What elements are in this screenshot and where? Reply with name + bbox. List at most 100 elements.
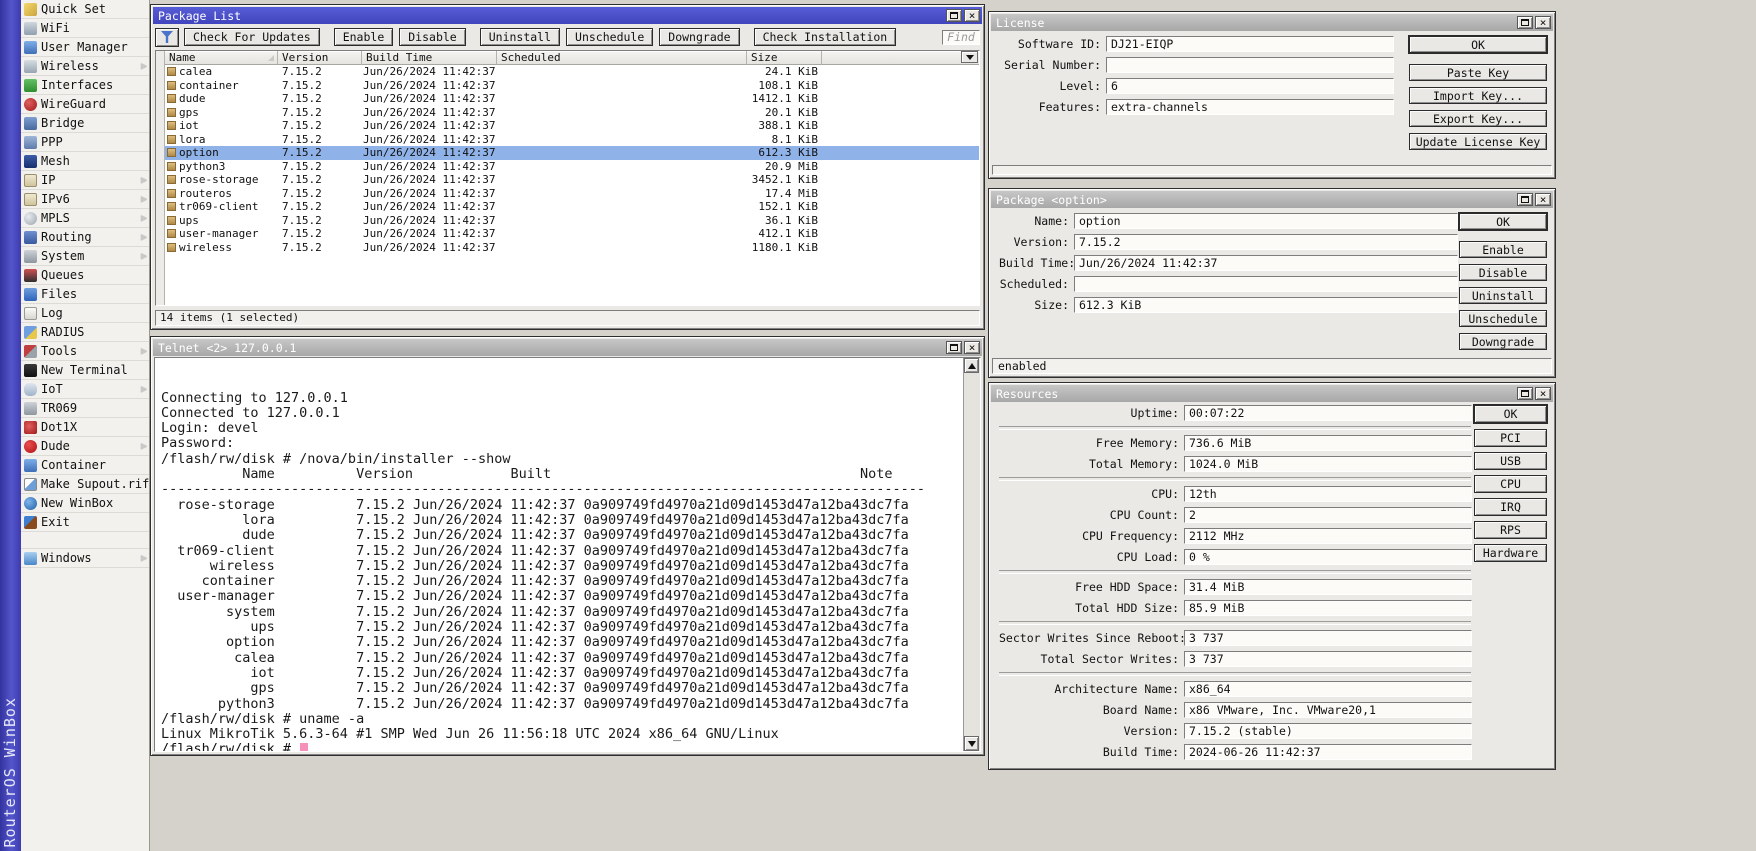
sidebar-item-ipv6[interactable]: IPv6▶: [21, 190, 149, 209]
sidebar-item-container[interactable]: Container: [21, 456, 149, 475]
enable-button[interactable]: Enable: [334, 28, 394, 46]
field-value[interactable]: [1074, 276, 1458, 292]
field-value[interactable]: 3 737: [1184, 651, 1472, 667]
disable-button[interactable]: Disable: [399, 28, 465, 46]
field-value[interactable]: 85.9 MiB: [1184, 600, 1472, 616]
table-row[interactable]: rose-storage7.15.2Jun/26/2024 11:42:3734…: [165, 173, 979, 187]
uninstall-button[interactable]: Uninstall: [480, 28, 560, 46]
sidebar-item-mesh[interactable]: Mesh: [21, 152, 149, 171]
telnet-titlebar[interactable]: Telnet <2> 127.0.0.1 ×: [153, 339, 982, 356]
sidebar-item-wifi[interactable]: WiFi: [21, 19, 149, 38]
rps-button[interactable]: RPS: [1474, 521, 1547, 539]
sidebar-item-quick-set[interactable]: Quick Set: [21, 0, 149, 19]
close-button[interactable]: ×: [964, 341, 980, 354]
maximize-button[interactable]: [1517, 16, 1533, 29]
field-value[interactable]: extra-channels: [1106, 99, 1394, 115]
field-value[interactable]: 612.3 KiB: [1074, 297, 1458, 313]
filter-button[interactable]: [155, 28, 179, 47]
unschedule-button[interactable]: Unschedule: [566, 28, 653, 46]
export-key-button[interactable]: Export Key...: [1409, 110, 1547, 127]
column-header-size[interactable]: Size: [747, 51, 822, 65]
close-button[interactable]: ×: [1535, 16, 1551, 29]
field-value[interactable]: 0 %: [1184, 549, 1472, 565]
field-value[interactable]: 3 737: [1184, 630, 1472, 646]
check-installation-button[interactable]: Check Installation: [754, 28, 897, 46]
sidebar-item-queues[interactable]: Queues: [21, 266, 149, 285]
sidebar-item-dude[interactable]: Dude▶: [21, 437, 149, 456]
uninstall-button[interactable]: Uninstall: [1459, 287, 1547, 304]
paste-key-button[interactable]: Paste Key: [1409, 64, 1547, 81]
sidebar-item-dot1x[interactable]: Dot1X: [21, 418, 149, 437]
sidebar-item-radius[interactable]: RADIUS: [21, 323, 149, 342]
hardware-button[interactable]: Hardware: [1474, 544, 1547, 562]
sidebar-item-tr069[interactable]: TR069: [21, 399, 149, 418]
column-header-scheduled[interactable]: Scheduled: [497, 51, 747, 65]
column-header-name[interactable]: Name: [165, 51, 278, 65]
table-row[interactable]: wireless7.15.2Jun/26/2024 11:42:371180.1…: [165, 241, 979, 255]
irq-button[interactable]: IRQ: [1474, 498, 1547, 516]
sidebar-item-files[interactable]: Files: [21, 285, 149, 304]
ok-button[interactable]: OK: [1459, 213, 1547, 230]
table-row[interactable]: calea7.15.2Jun/26/2024 11:42:3724.1 KiB: [165, 65, 979, 79]
sidebar-item-windows[interactable]: Windows▶: [21, 549, 149, 568]
field-value[interactable]: 7.15.2: [1074, 234, 1458, 250]
field-value[interactable]: [1106, 57, 1394, 73]
field-value[interactable]: 1024.0 MiB: [1184, 456, 1472, 472]
find-input[interactable]: Find: [942, 30, 980, 45]
import-key-button[interactable]: Import Key...: [1409, 87, 1547, 104]
scroll-up-button[interactable]: [964, 358, 979, 373]
downgrade-button[interactable]: Downgrade: [659, 28, 739, 46]
table-row[interactable]: dude7.15.2Jun/26/2024 11:42:371412.1 KiB: [165, 92, 979, 106]
field-value[interactable]: 736.6 MiB: [1184, 435, 1472, 451]
ok-button[interactable]: OK: [1409, 36, 1547, 53]
sidebar-item-user-manager[interactable]: User Manager: [21, 38, 149, 57]
table-row[interactable]: iot7.15.2Jun/26/2024 11:42:37388.1 KiB: [165, 119, 979, 133]
maximize-button[interactable]: [1517, 387, 1533, 400]
usb-button[interactable]: USB: [1474, 452, 1547, 470]
sidebar-item-ppp[interactable]: PPP: [21, 133, 149, 152]
table-row[interactable]: routeros7.15.2Jun/26/2024 11:42:3717.4 M…: [165, 187, 979, 201]
pci-button[interactable]: PCI: [1474, 429, 1547, 447]
sidebar-item-system[interactable]: System▶: [21, 247, 149, 266]
table-row[interactable]: python37.15.2Jun/26/2024 11:42:3720.9 Mi…: [165, 160, 979, 174]
sidebar-item-log[interactable]: Log: [21, 304, 149, 323]
close-button[interactable]: ×: [964, 9, 980, 22]
sidebar-item-bridge[interactable]: Bridge: [21, 114, 149, 133]
field-value[interactable]: 00:07:22: [1184, 405, 1472, 421]
package-list-titlebar[interactable]: Package List ×: [153, 7, 982, 24]
field-value[interactable]: x86_64: [1184, 681, 1472, 697]
column-select-button[interactable]: [961, 51, 978, 63]
field-value[interactable]: 31.4 MiB: [1184, 579, 1472, 595]
update-license-key-button[interactable]: Update License Key: [1409, 133, 1547, 150]
sidebar-item-exit[interactable]: Exit: [21, 513, 149, 532]
resources-titlebar[interactable]: Resources ×: [991, 385, 1553, 402]
sidebar-item-routing[interactable]: Routing▶: [21, 228, 149, 247]
check-for-updates-button[interactable]: Check For Updates: [184, 28, 320, 46]
terminal[interactable]: Connecting to 127.0.0.1 Connected to 127…: [154, 357, 981, 752]
maximize-button[interactable]: [946, 341, 962, 354]
table-row[interactable]: option7.15.2Jun/26/2024 11:42:37612.3 Ki…: [165, 146, 979, 160]
field-value[interactable]: 7.15.2 (stable): [1184, 723, 1472, 739]
field-value[interactable]: 6: [1106, 78, 1394, 94]
field-value[interactable]: x86 VMware, Inc. VMware20,1: [1184, 702, 1472, 718]
sidebar-item-make-supout-rif[interactable]: Make Supout.rif: [21, 475, 149, 494]
ok-button[interactable]: OK: [1474, 405, 1547, 423]
table-row[interactable]: ups7.15.2Jun/26/2024 11:42:3736.1 KiB: [165, 214, 979, 228]
sidebar-item-ip[interactable]: IP▶: [21, 171, 149, 190]
terminal-scrollbar[interactable]: [963, 358, 980, 751]
downgrade-button[interactable]: Downgrade: [1459, 333, 1547, 350]
table-row[interactable]: gps7.15.2Jun/26/2024 11:42:3720.1 KiB: [165, 106, 979, 120]
table-row[interactable]: tr069-client7.15.2Jun/26/2024 11:42:3715…: [165, 200, 979, 214]
sidebar-item-mpls[interactable]: MPLS▶: [21, 209, 149, 228]
field-value[interactable]: 2: [1184, 507, 1472, 523]
package-option-titlebar[interactable]: Package <option> ×: [991, 191, 1553, 208]
table-row[interactable]: container7.15.2Jun/26/2024 11:42:37108.1…: [165, 79, 979, 93]
sidebar-item-iot[interactable]: IoT▶: [21, 380, 149, 399]
sidebar-item-interfaces[interactable]: Interfaces: [21, 76, 149, 95]
sidebar-item-wireless[interactable]: Wireless▶: [21, 57, 149, 76]
column-header-build-time[interactable]: Build Time: [362, 51, 497, 65]
column-header-version[interactable]: Version: [278, 51, 362, 65]
license-titlebar[interactable]: License ×: [991, 14, 1553, 31]
maximize-button[interactable]: [946, 9, 962, 22]
sidebar-item-new-winbox[interactable]: New WinBox: [21, 494, 149, 513]
